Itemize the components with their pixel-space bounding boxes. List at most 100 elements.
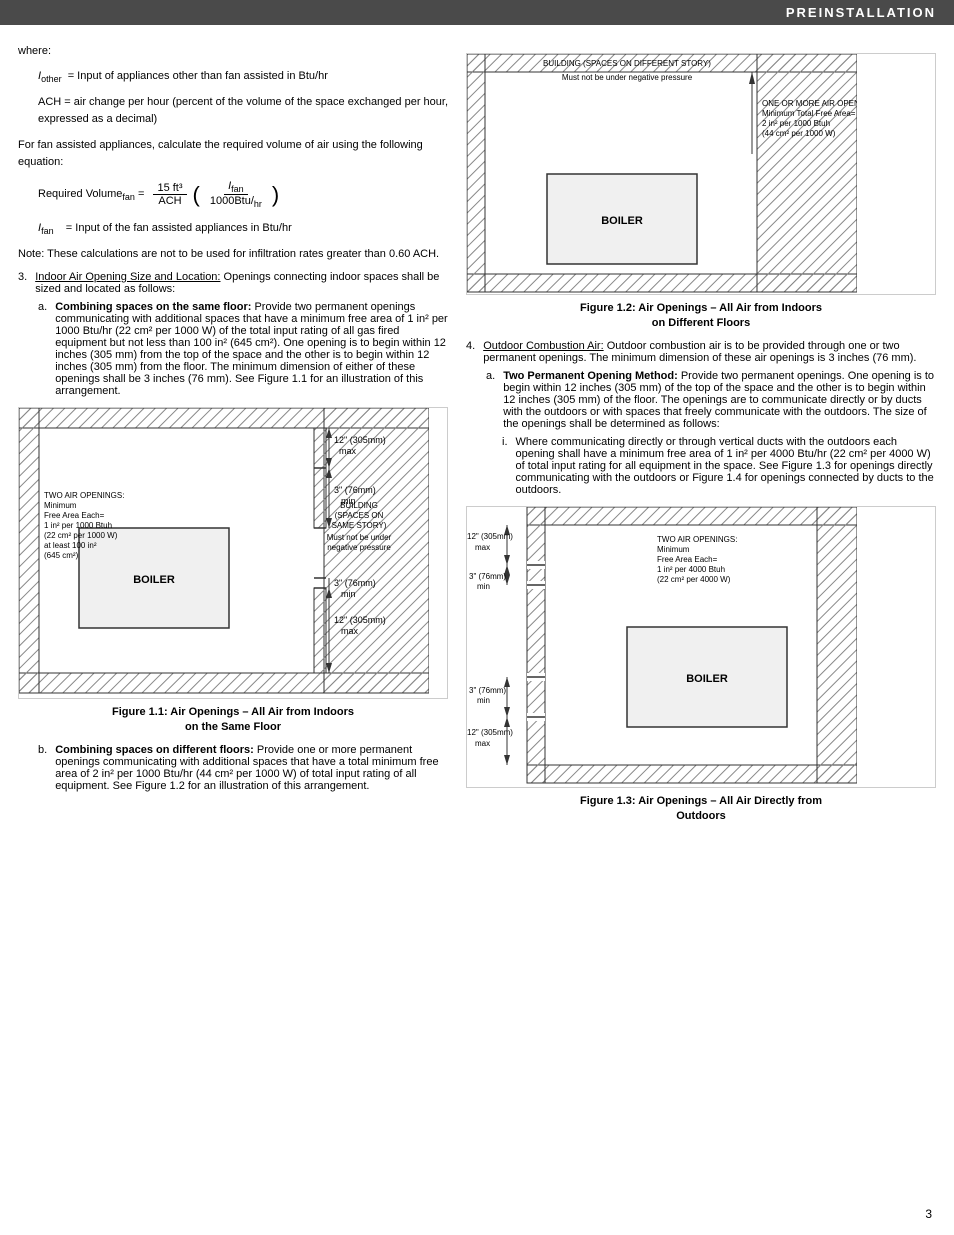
svg-text:BOILER: BOILER	[601, 215, 643, 227]
note-text: Note: These calculations are not to be u…	[18, 246, 448, 263]
figure-1-3-caption: Figure 1.3: Air Openings – All Air Direc…	[466, 794, 936, 825]
item-4ai-block: i. Where communicating directly or throu…	[502, 436, 936, 496]
page-header: PREINSTALLATION	[0, 0, 954, 25]
svg-text:SAME STORY): SAME STORY)	[332, 521, 387, 530]
item-4a-title: Two Permanent Opening Method:	[503, 370, 678, 382]
item-3a-body: Provide two permanent openings communica…	[55, 301, 448, 397]
svg-text:max: max	[339, 446, 357, 456]
header-title: PREINSTALLATION	[786, 5, 936, 20]
i-fan-label: Ifan = Input of the fan assisted applian…	[38, 220, 448, 239]
svg-text:Must not be under: Must not be under	[327, 533, 392, 542]
figure-1-1-svg: BOILER 12" (305mm) max 3" (76mm) min	[19, 408, 429, 698]
svg-text:at least 100 in²: at least 100 in²	[44, 541, 97, 550]
item-4a: a. Two Permanent Opening Method: Provide…	[486, 370, 936, 430]
svg-text:Minimum: Minimum	[44, 501, 77, 510]
right-column: BUILDING (SPACES ON DIFFERENT STORY) Mus…	[466, 43, 936, 833]
close-paren: )	[272, 184, 279, 206]
item-4-text: Outdoor Combustion Air: Outdoor combusti…	[483, 340, 936, 364]
figure-1-2-caption: Figure 1.2: Air Openings – All Air from …	[466, 301, 936, 332]
formula-inner-num: Ifan	[224, 180, 248, 195]
svg-text:TWO AIR OPENINGS:: TWO AIR OPENINGS:	[44, 491, 124, 500]
formula-inner-den: 1000Btu/hr	[206, 195, 266, 209]
item-4-title: Outdoor Combustion Air:	[483, 340, 603, 352]
var-ach: ACH = air change per hour (percent of th…	[38, 94, 448, 127]
left-column: where: Iother = Input of appliances othe…	[18, 43, 448, 833]
item-3b-label: b.	[38, 744, 47, 792]
svg-text:min: min	[341, 589, 356, 599]
svg-text:1 in² per 4000 Btuh: 1 in² per 4000 Btuh	[657, 565, 725, 574]
svg-text:Free Area Each=: Free Area Each=	[44, 511, 105, 520]
svg-text:Minimum: Minimum	[657, 545, 690, 554]
svg-text:3" (76mm): 3" (76mm)	[469, 572, 506, 581]
item-3a-text: Combining spaces on the same floor: Prov…	[55, 301, 448, 397]
formula-numerator: 15 ft³	[153, 182, 186, 195]
svg-text:(SPACES ON: (SPACES ON	[335, 511, 384, 520]
figure-1-2-diagram: BUILDING (SPACES ON DIFFERENT STORY) Mus…	[466, 53, 936, 295]
svg-text:BUILDING: BUILDING	[340, 501, 378, 510]
variables-block: Iother = Input of appliances other than …	[38, 68, 448, 128]
figure-1-1-caption: Figure 1.1: Air Openings – All Air from …	[18, 705, 448, 736]
item-4a-block: a. Two Permanent Opening Method: Provide…	[486, 370, 936, 430]
svg-text:12" (305mm): 12" (305mm)	[334, 615, 386, 625]
item-3-num: 3.	[18, 271, 27, 295]
svg-text:Must not be under negative pre: Must not be under negative pressure	[562, 73, 693, 82]
formula-label: Required Volumefan =	[38, 188, 147, 202]
formula-fraction: 15 ft³ ACH	[153, 182, 186, 207]
figure-1-3-caption-text: Figure 1.3: Air Openings – All Air Direc…	[580, 795, 822, 822]
item-3a-block: a. Combining spaces on the same floor: P…	[38, 301, 448, 397]
item-3-text: Indoor Air Opening Size and Location: Op…	[35, 271, 448, 295]
item-3a-label: a.	[38, 301, 47, 397]
figure-1-1-caption-text: Figure 1.1: Air Openings – All Air from …	[112, 706, 354, 733]
formula-block: Required Volumefan = 15 ft³ ACH ( Ifan 1…	[38, 180, 448, 209]
item-4ai: i. Where communicating directly or throu…	[502, 436, 936, 496]
svg-text:(44 cm² per 1000 W): (44 cm² per 1000 W)	[762, 129, 836, 138]
item-4: 4. Outdoor Combustion Air: Outdoor combu…	[466, 340, 936, 364]
svg-text:TWO AIR OPENINGS:: TWO AIR OPENINGS:	[657, 535, 737, 544]
item-3a-title: Combining spaces on the same floor:	[55, 301, 251, 313]
item-4ai-body: Where communicating directly or through …	[516, 436, 937, 496]
figure-1-3-svg: BOILER TWO AIR OPENINGS: Minimum Free Ar…	[467, 507, 857, 787]
svg-text:12" (305mm): 12" (305mm)	[334, 435, 386, 445]
var-iother: Iother = Input of appliances other than …	[38, 68, 448, 87]
item-3b-title: Combining spaces on different floors:	[55, 744, 257, 756]
svg-text:ONE OR MORE AIR OPENINGS:: ONE OR MORE AIR OPENINGS:	[762, 99, 857, 108]
svg-text:12" (305mm): 12" (305mm)	[467, 532, 513, 541]
i-fan-desc: Ifan = Input of the fan assisted applian…	[38, 220, 448, 239]
item-4ai-label: i.	[502, 436, 508, 496]
svg-text:(22 cm² per 4000 W): (22 cm² per 4000 W)	[657, 575, 731, 584]
svg-text:min: min	[477, 582, 490, 591]
item-3: 3. Indoor Air Opening Size and Location:…	[18, 271, 448, 295]
svg-text:3" (76mm): 3" (76mm)	[469, 686, 506, 695]
svg-text:max: max	[341, 626, 359, 636]
item-3b-block: b. Combining spaces on different floors:…	[38, 744, 448, 792]
svg-text:BOILER: BOILER	[686, 673, 728, 685]
svg-text:BOILER: BOILER	[133, 574, 175, 586]
item-3-title: Indoor Air Opening Size and Location:	[35, 271, 220, 283]
svg-text:BUILDING (SPACES ON DIFFERENT: BUILDING (SPACES ON DIFFERENT STORY)	[543, 59, 711, 68]
figure-1-1-diagram: BOILER 12" (305mm) max 3" (76mm) min	[18, 407, 448, 699]
svg-text:3" (76mm): 3" (76mm)	[334, 578, 376, 588]
svg-text:max: max	[475, 739, 490, 748]
figure-1-2-caption-text: Figure 1.2: Air Openings – All Air from …	[580, 302, 822, 329]
item-3b: b. Combining spaces on different floors:…	[38, 744, 448, 792]
svg-text:3" (76mm): 3" (76mm)	[334, 485, 376, 495]
open-paren: (	[193, 184, 200, 206]
formula-inner-fraction: Ifan 1000Btu/hr	[206, 180, 266, 209]
svg-text:Free Area Each=: Free Area Each=	[657, 555, 718, 564]
where-label: where:	[18, 43, 448, 60]
svg-text:2 in² per 1000 Btuh: 2 in² per 1000 Btuh	[762, 119, 830, 128]
page-content: where: Iother = Input of appliances othe…	[0, 25, 954, 843]
item-4-num: 4.	[466, 340, 475, 364]
fan-intro: For fan assisted appliances, calculate t…	[18, 137, 448, 170]
svg-text:max: max	[475, 543, 490, 552]
figure-1-3-diagram: BOILER TWO AIR OPENINGS: Minimum Free Ar…	[466, 506, 936, 788]
item-4a-label: a.	[486, 370, 495, 430]
item-3a: a. Combining spaces on the same floor: P…	[38, 301, 448, 397]
figure-1-2-svg: BUILDING (SPACES ON DIFFERENT STORY) Mus…	[467, 54, 857, 294]
formula-denominator: ACH	[154, 195, 185, 207]
svg-text:min: min	[477, 696, 490, 705]
page-number: 3	[925, 1207, 932, 1221]
svg-text:1 in² per 1000 Btuh: 1 in² per 1000 Btuh	[44, 521, 112, 530]
page: PREINSTALLATION where: Iother = Input of…	[0, 0, 954, 1235]
svg-text:negative pressure: negative pressure	[327, 543, 391, 552]
